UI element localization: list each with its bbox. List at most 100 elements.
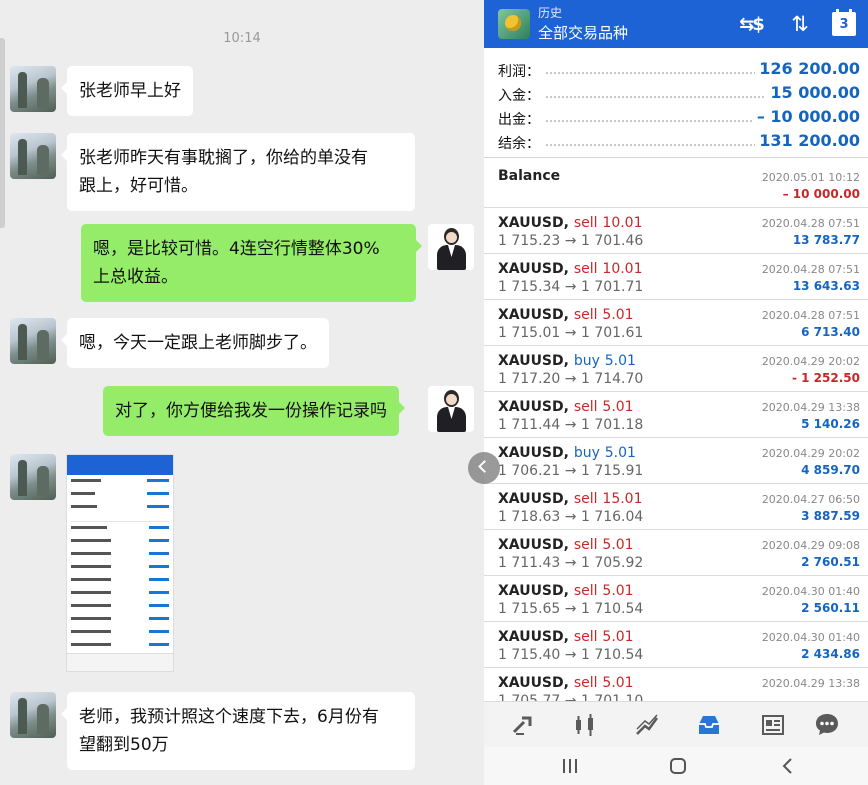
deal-volume: 5.01 bbox=[602, 629, 634, 645]
collapse-handle-icon[interactable] bbox=[468, 452, 500, 484]
deal-profit: 2 760.51 bbox=[801, 555, 860, 569]
deal-row[interactable]: XAUUSD, sell 5.01 1 715.65 → 1 710.54 20… bbox=[484, 576, 868, 622]
chat-image-thumbnail[interactable] bbox=[66, 454, 174, 672]
contact-avatar[interactable] bbox=[10, 318, 56, 364]
header-subtitle: 历史 bbox=[538, 6, 563, 20]
deal-volume: 5.01 bbox=[604, 445, 636, 461]
deal-volume: 5.01 bbox=[602, 583, 634, 599]
quotes-icon[interactable] bbox=[506, 708, 540, 742]
deal-action: sell bbox=[573, 307, 598, 323]
deal-row[interactable]: XAUUSD, sell 10.01 1 715.34 → 1 701.71 2… bbox=[484, 254, 868, 300]
deal-symbol: XAUUSD, bbox=[498, 399, 569, 415]
deal-symbol: XAUUSD, bbox=[498, 675, 569, 691]
deal-time: 2020.04.30 01:40 bbox=[761, 631, 860, 644]
chat-icon[interactable] bbox=[810, 708, 844, 742]
deal-prices: 1 715.65 → 1 710.54 bbox=[498, 601, 644, 617]
bottom-navigation bbox=[484, 701, 868, 747]
summary-value: 15 000.00 bbox=[766, 83, 860, 102]
contact-avatar[interactable] bbox=[10, 66, 56, 112]
deal-action: buy bbox=[573, 353, 600, 369]
summary-value: – 10 000.00 bbox=[752, 107, 860, 126]
summary-leader bbox=[546, 72, 768, 74]
deal-volume: 5.01 bbox=[602, 675, 634, 691]
contact-avatar[interactable] bbox=[10, 692, 56, 738]
chat-message-out[interactable]: 对了，你方便给我发一份操作记录吗 bbox=[103, 386, 405, 436]
deal-symbol: XAUUSD, bbox=[498, 307, 569, 323]
summary-deposit-row: 入金： 15 000.00 bbox=[484, 82, 868, 106]
deal-volume: 10.01 bbox=[602, 261, 643, 277]
deal-row[interactable]: XAUUSD, sell 15.01 1 718.63 → 1 716.04 2… bbox=[484, 484, 868, 530]
app-header: 历史 全部交易品种 ⇆$ ⇅ 3 bbox=[484, 0, 868, 48]
deal-row[interactable]: XAUUSD, sell 5.01 1 711.43 → 1 705.92 20… bbox=[484, 530, 868, 576]
chat-scrollbar[interactable] bbox=[0, 38, 5, 228]
home-icon[interactable] bbox=[664, 754, 692, 778]
deal-row[interactable]: XAUUSD, buy 5.01 1 706.21 → 1 715.91 202… bbox=[484, 438, 868, 484]
recent-apps-icon[interactable] bbox=[556, 754, 584, 778]
app-logo-icon[interactable] bbox=[498, 9, 530, 39]
deal-action: sell bbox=[573, 537, 598, 553]
summary-withdrawal-row: 出金： – 10 000.00 bbox=[484, 106, 868, 130]
history-icon[interactable] bbox=[692, 708, 726, 742]
deal-profit: 2 434.86 bbox=[801, 647, 860, 661]
chat-message-out[interactable]: 嗯，是比较可惜。4连空行情整体30% 上总收益。 bbox=[81, 224, 422, 302]
deal-symbol: XAUUSD, bbox=[498, 445, 569, 461]
deal-profit: 6 713.40 bbox=[801, 325, 860, 339]
deal-volume: 5.01 bbox=[604, 353, 636, 369]
chat-message-in[interactable]: 老师，我预计照这个速度下去，6月份有 望翻到50万 bbox=[61, 692, 415, 770]
summary-label: 出金： bbox=[498, 109, 544, 129]
news-icon[interactable] bbox=[756, 708, 790, 742]
summary-label: 利润： bbox=[498, 61, 544, 81]
deal-title: XAUUSD, sell 10.01 bbox=[498, 261, 643, 277]
contact-avatar[interactable] bbox=[10, 133, 56, 179]
self-avatar[interactable] bbox=[428, 386, 474, 432]
summary-label: 结余： bbox=[498, 133, 544, 153]
deal-prices: 1 706.21 → 1 715.91 bbox=[498, 463, 644, 479]
deal-time: 2020.04.28 07:51 bbox=[761, 309, 860, 322]
deal-action: sell bbox=[573, 491, 598, 507]
deal-action: sell bbox=[573, 399, 598, 415]
deal-profit: 4 859.70 bbox=[801, 463, 860, 477]
chat-message-in[interactable]: 嗯，今天一定跟上老师脚步了。 bbox=[61, 318, 329, 368]
contact-avatar[interactable] bbox=[10, 454, 56, 500]
back-icon[interactable] bbox=[774, 754, 802, 778]
summary-label: 入金： bbox=[498, 85, 544, 105]
balance-entry[interactable]: Balance 2020.05.01 10:12 – 10 000.00 bbox=[484, 158, 868, 208]
deal-prices: 1 711.44 → 1 701.18 bbox=[498, 417, 644, 433]
deal-action: sell bbox=[573, 583, 598, 599]
deal-volume: 10.01 bbox=[602, 215, 643, 231]
summary-value: 126 200.00 bbox=[755, 59, 860, 78]
deal-row[interactable]: XAUUSD, sell 5.01 1 711.44 → 1 701.18 20… bbox=[484, 392, 868, 438]
deal-action: sell bbox=[573, 629, 598, 645]
chat-message-in[interactable]: 张老师早上好 bbox=[61, 66, 193, 116]
period-calendar-icon[interactable]: 3 bbox=[832, 9, 856, 36]
deal-row[interactable]: XAUUSD, buy 5.01 1 717.20 → 1 714.70 202… bbox=[484, 346, 868, 392]
deal-prices: 1 715.01 → 1 701.61 bbox=[498, 325, 644, 341]
deal-time: 2020.04.28 07:51 bbox=[761, 217, 860, 230]
deal-prices: 1 715.23 → 1 701.46 bbox=[498, 233, 644, 249]
deal-profit: - 1 252.50 bbox=[792, 371, 860, 385]
deal-row[interactable]: XAUUSD, sell 5.01 1 715.01 → 1 701.61 20… bbox=[484, 300, 868, 346]
deal-title: XAUUSD, sell 5.01 bbox=[498, 583, 634, 599]
message-text: 跟上，好可惜。 bbox=[79, 176, 198, 196]
deal-action: buy bbox=[573, 445, 600, 461]
header-title[interactable]: 全部交易品种 bbox=[538, 22, 628, 43]
chat-message-in[interactable]: 张老师昨天有事耽搁了，你给的单没有 跟上，好可惜。 bbox=[61, 133, 415, 211]
period-badge: 3 bbox=[839, 16, 849, 32]
deal-title: XAUUSD, buy 5.01 bbox=[498, 353, 636, 369]
deal-time: 2020.04.29 09:08 bbox=[761, 539, 860, 552]
deal-symbol: XAUUSD, bbox=[498, 261, 569, 277]
deal-row[interactable]: XAUUSD, sell 5.01 1 715.40 → 1 710.54 20… bbox=[484, 622, 868, 668]
self-avatar[interactable] bbox=[428, 224, 474, 270]
trade-icon[interactable] bbox=[630, 708, 664, 742]
deal-title: XAUUSD, sell 5.01 bbox=[498, 399, 634, 415]
deal-row[interactable]: XAUUSD, sell 10.01 1 715.23 → 1 701.46 2… bbox=[484, 208, 868, 254]
message-text: 望翻到50万 bbox=[79, 735, 169, 755]
deal-title: XAUUSD, sell 10.01 bbox=[498, 215, 643, 231]
deal-time: 2020.04.27 06:50 bbox=[761, 493, 860, 506]
chat-timestamp: 10:14 bbox=[223, 31, 261, 46]
deal-prices: 1 715.34 → 1 701.71 bbox=[498, 279, 644, 295]
sort-icon[interactable]: ⇅ bbox=[786, 12, 814, 36]
symbol-filter-icon[interactable]: ⇆$ bbox=[736, 12, 766, 36]
chart-icon[interactable] bbox=[568, 708, 602, 742]
summary-leader bbox=[546, 144, 768, 146]
